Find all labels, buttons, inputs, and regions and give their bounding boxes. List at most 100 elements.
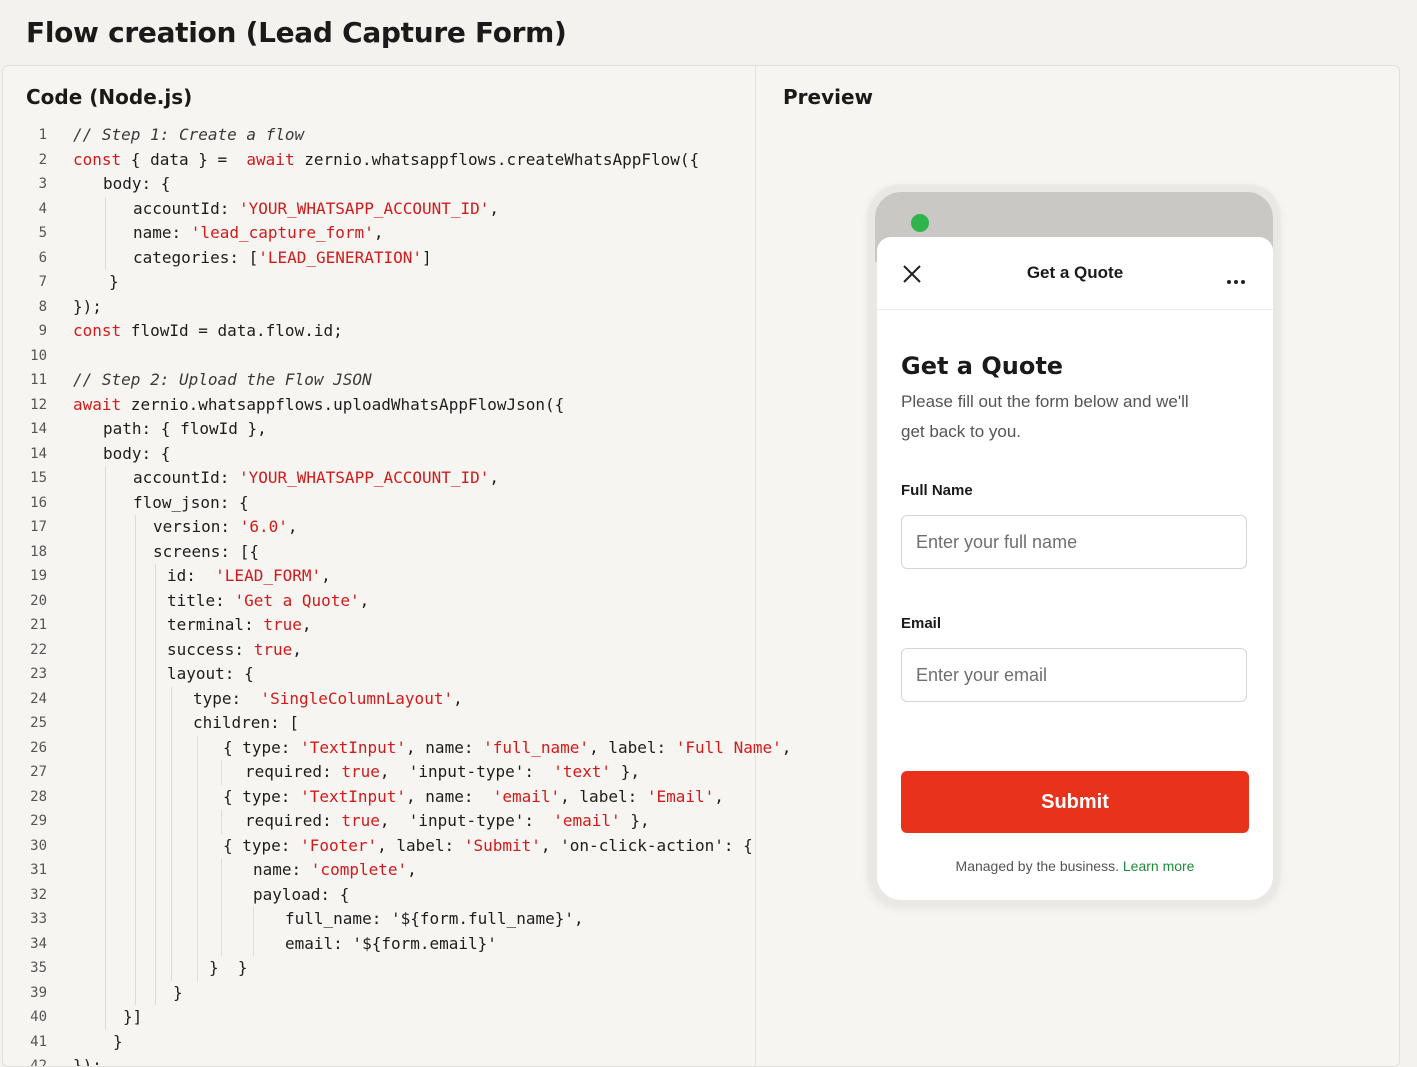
indent-guide	[105, 686, 106, 711]
indent-guide	[105, 809, 106, 834]
code-token: ,	[287, 517, 298, 536]
indent-guide	[105, 588, 106, 613]
indent-guide	[105, 490, 106, 515]
indent-guide	[135, 956, 136, 981]
learn-more-link[interactable]: Learn more	[1123, 858, 1195, 874]
line-number: 15	[30, 470, 47, 486]
flow-screen: Get a Quote Get a Quote Please fill out …	[877, 237, 1273, 900]
indent-guide	[197, 907, 198, 932]
indent-guide	[135, 907, 136, 932]
code-line: 29 required: true, 'input-type': 'email' …	[3, 809, 755, 834]
line-number: 28	[30, 788, 47, 805]
line-number: 33	[30, 911, 47, 927]
code-panel-title: Code (Node.js)	[26, 85, 193, 109]
code-token: ,	[453, 688, 463, 708]
indent-guide	[171, 735, 172, 760]
code-token: payload: {	[253, 884, 350, 904]
code-token: children: [	[193, 713, 299, 732]
more-icon[interactable]	[1227, 271, 1248, 289]
full-name-input[interactable]	[901, 515, 1247, 569]
line-number: 26	[30, 739, 47, 756]
indent-guide	[171, 784, 172, 809]
code-token: },	[611, 762, 640, 781]
code-line: 19 id: 'LEAD_FORM',	[3, 564, 755, 589]
code-line: 2 const { data } = await zernio.whatsappf…	[3, 148, 755, 173]
string-token: 'YOUR_WHATSAPP_ACCOUNT_ID'	[238, 468, 490, 487]
code-token: , label:	[377, 835, 464, 855]
keyword-token: const	[73, 149, 122, 169]
indent-guide	[135, 833, 136, 858]
keyword-token: true	[253, 639, 293, 659]
string-token: 'Footer'	[300, 835, 378, 855]
main-card: Code (Node.js) 1 // Step 1: Create a flow…	[2, 65, 1400, 1067]
indent-guide	[221, 858, 222, 883]
code-token: type:	[193, 688, 251, 708]
indent-guide	[155, 833, 156, 858]
code-line: 42});	[3, 1054, 755, 1067]
code-line: 6 categories: ['LEAD_GENERATION']	[3, 245, 755, 270]
code-token: , label:	[560, 786, 647, 806]
line-number: 42	[30, 1058, 47, 1067]
code-text: required: true, 'input-type': 'text' },	[245, 760, 640, 785]
code-line: 40}]	[3, 1005, 755, 1030]
string-token: 'full_name'	[483, 737, 590, 757]
indent-guide	[135, 882, 136, 907]
code-token: body: {	[103, 443, 171, 463]
indent-guide	[197, 784, 198, 809]
indent-guide	[171, 809, 172, 834]
code-token: ,	[407, 860, 417, 879]
string-token: 'Full Name'	[675, 737, 782, 757]
code-token: });	[73, 296, 102, 316]
code-token: { data } =	[121, 149, 247, 169]
code-line: 11 // Step 2: Upload the Flow JSON	[3, 368, 755, 393]
indent-guide	[155, 662, 156, 687]
line-number: 32	[30, 886, 47, 903]
email-input[interactable]	[901, 648, 1247, 702]
code-token: flowId = data.flow.id;	[121, 321, 343, 340]
code-line: 30 { type: 'Footer', label: 'Submit', 'on…	[3, 833, 755, 858]
line-number: 14	[30, 445, 47, 462]
indent-guide	[105, 662, 106, 687]
code-line: 1 // Step 1: Create a flow	[3, 123, 755, 148]
code-line: 9 const flowId = data.flow.id;	[3, 319, 755, 344]
keyword-token: await	[246, 149, 295, 169]
code-line: 26 { type: 'TextInput', name: 'full_name'…	[3, 735, 791, 760]
code-token: accountId:	[133, 468, 239, 487]
code-token: ,	[489, 468, 500, 487]
code-token: }	[113, 1031, 123, 1051]
code-token: ]	[422, 247, 432, 267]
code-text: version: '6.0',	[153, 515, 298, 540]
indent-guide	[171, 858, 172, 883]
indent-guide	[105, 637, 106, 662]
code-line: 3 body: {	[3, 172, 755, 197]
line-number: 12	[30, 396, 47, 413]
indent-guide	[105, 564, 106, 589]
code-line: 15 accountId: 'YOUR_WHATSAPP_ACCOUNT_ID',	[3, 466, 755, 491]
string-token: 'Email'	[646, 786, 715, 806]
code-token: ,	[714, 786, 724, 806]
indent-guide	[155, 956, 156, 981]
code-token: name:	[133, 223, 191, 242]
submit-button[interactable]: Submit	[901, 771, 1249, 833]
line-number: 9	[38, 323, 47, 339]
indent-guide	[171, 956, 172, 981]
code-text: }	[109, 270, 119, 295]
line-number: 16	[30, 494, 47, 511]
indent-guide	[135, 711, 136, 736]
code-text: accountId: 'YOUR_WHATSAPP_ACCOUNT_ID',	[133, 197, 499, 222]
indent-guide	[155, 588, 156, 613]
code-line: 32 payload: {	[3, 882, 755, 907]
line-number: 5	[38, 225, 47, 241]
keyword-token: true	[263, 615, 302, 634]
code-token: categories: [	[133, 247, 259, 267]
code-line: 31 name: 'complete',	[3, 858, 755, 883]
preview-panel-title: Preview	[783, 85, 874, 109]
line-number: 40	[30, 1009, 47, 1025]
code-token: accountId:	[133, 198, 239, 218]
code-text: type: 'SingleColumnLayout',	[193, 687, 463, 712]
code-token: , name:	[406, 737, 484, 757]
code-text: screens: [{	[153, 540, 259, 565]
indent-guide	[171, 931, 172, 956]
line-number: 18	[30, 543, 47, 560]
indent-guide	[171, 711, 172, 736]
